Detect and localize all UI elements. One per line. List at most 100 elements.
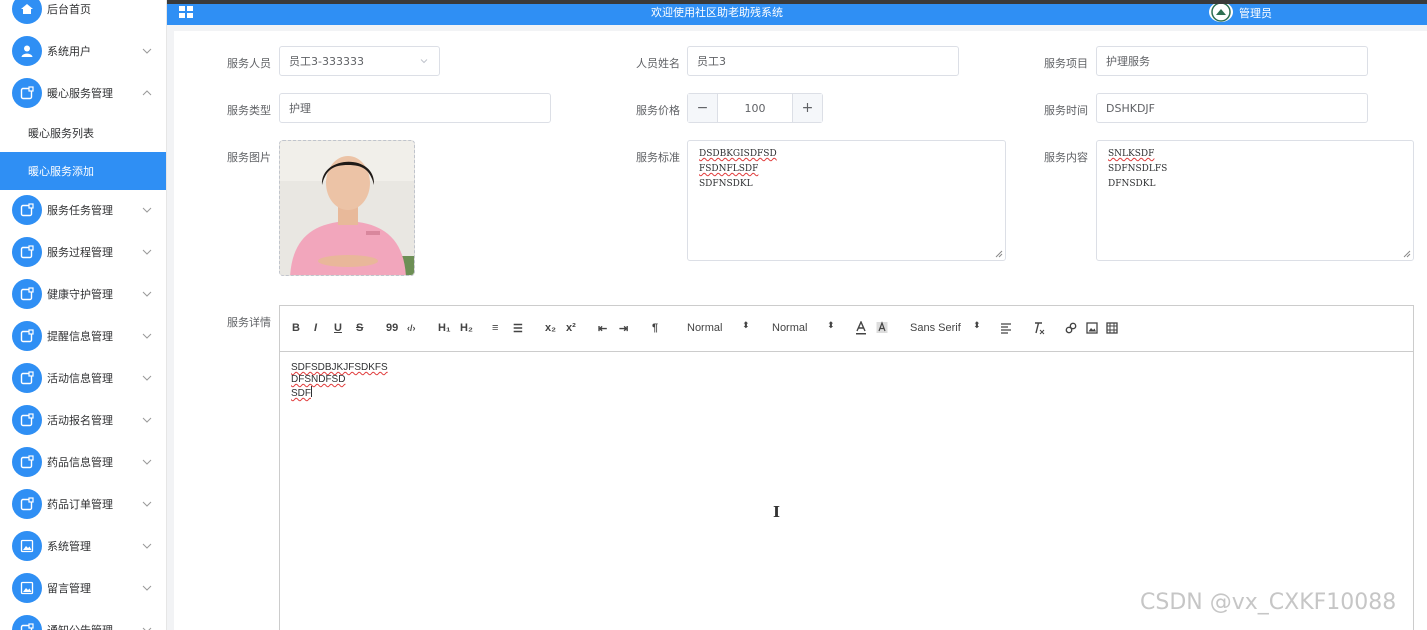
submenu-item-service-add[interactable]: 暖心服务添加 [0,152,166,190]
avatar-icon [1211,2,1231,22]
editor-line: SDFSDBJKJFSDKFS [291,362,388,373]
indent-button[interactable]: ⇥ [619,322,628,335]
link-icon[interactable] [1065,322,1077,334]
sidebar-item-health-guard[interactable]: 健康守护管理 [0,273,166,315]
module-icon [12,615,42,630]
background-color-icon[interactable] [876,321,888,335]
sidebar-item-service-task[interactable]: 服务任务管理 [0,189,166,231]
admin-avatar[interactable] [1209,2,1233,22]
chevron-down-icon [142,627,152,630]
service-item-value: 护理服务 [1106,55,1150,68]
module-icon [12,237,42,267]
ordered-list-button[interactable]: ≡ [492,322,498,334]
chevron-down-icon [142,501,152,507]
chevron-down-icon [142,459,152,465]
standard-line: DSDBKGISDFSD [699,149,777,159]
superscript-button[interactable]: x² [566,322,576,334]
editor-line-with-caret: SDF [291,386,1402,400]
detail-label: 服务详情 [227,316,271,329]
blockquote-button[interactable]: 99 [386,322,398,334]
italic-button[interactable]: I [314,322,317,334]
content-line: SNLKSDF [1108,149,1155,159]
sidebar-item-label: 活动信息管理 [47,372,113,385]
align-icon[interactable] [1000,323,1012,334]
font-family-select[interactable]: Sans Serif [910,322,961,334]
price-stepper[interactable]: − 100 + [687,93,823,123]
staff-select[interactable]: 员工3-333333 [279,46,440,76]
header2-button[interactable]: H₂ [460,322,473,334]
header-title: 欢迎使用社区助老助残系统 [651,6,783,19]
image-icon[interactable] [1086,322,1098,334]
code-block-button[interactable]: ‹/› [407,323,416,333]
standard-line: SDFNSDKL [699,179,753,189]
sidebar-item-system-users[interactable]: 系统用户 [0,30,166,72]
chevron-down-icon [142,333,152,339]
staff-name-value: 员工3 [697,55,726,68]
heading-caret-icon: ⬍ [827,321,835,331]
sidebar-item-medicine-info[interactable]: 药品信息管理 [0,441,166,483]
module-icon [12,195,42,225]
submenu-item-service-list[interactable]: 暖心服务列表 [0,114,166,152]
service-time-input[interactable]: DSHKDJF [1096,93,1368,123]
home-icon [12,0,42,24]
content-label: 服务内容 [1044,151,1088,164]
price-decrease-button[interactable]: − [688,94,718,122]
sidebar-item-notices[interactable]: 通知公告管理 [0,609,166,630]
sidebar-item-activities[interactable]: 活动信息管理 [0,357,166,399]
chevron-down-icon [142,48,152,54]
resize-handle-icon[interactable] [1403,250,1411,258]
font-size-select[interactable]: Normal [687,322,722,334]
chevron-down-icon [420,59,428,64]
text-direction-button[interactable]: ¶ [652,322,658,334]
staff-name-input[interactable]: 员工3 [687,46,959,76]
bold-button[interactable]: B [292,322,300,334]
sidebar-item-label: 通知公告管理 [47,622,113,630]
standard-line: FSDNFLSDF [699,164,759,174]
module-icon [12,489,42,519]
video-icon[interactable] [1106,322,1118,334]
sidebar-item-home[interactable]: 后台首页 [0,0,166,30]
module-icon [12,321,42,351]
content-textarea[interactable]: SNLKSDF SDFNSDLFS DFNSDKL [1096,140,1414,261]
editor-line: DFSNDFSD [291,374,346,385]
clear-format-icon[interactable] [1032,322,1046,335]
user-icon [12,36,42,66]
strike-button[interactable]: S [356,322,363,334]
sidebar-item-label: 服务任务管理 [47,204,113,217]
resize-handle-icon[interactable] [995,250,1003,258]
chevron-down-icon [142,375,152,381]
chevron-down-icon [142,249,152,255]
heading-select[interactable]: Normal [772,322,807,334]
bullet-list-button[interactable]: ☰ [513,322,523,335]
sidebar-item-warm-service[interactable]: 暖心服务管理 [0,72,166,114]
picture-icon [12,573,42,603]
admin-username[interactable]: 管理员 [1239,5,1272,21]
standard-textarea[interactable]: DSDBKGISDFSD FSDNFLSDF SDFNSDKL [687,140,1006,261]
editor-content[interactable]: SDFSDBJKJFSDKFS DFSNDFSD SDF [279,352,1414,630]
sidebar-item-messages[interactable]: 留言管理 [0,567,166,609]
editor-toolbar: B I U S 99 ‹/› H₁ H₂ ≡ ☰ x₂ x² ⇤ ⇥ ¶ Nor… [279,305,1414,352]
price-value[interactable]: 100 [718,94,792,122]
header1-button[interactable]: H₁ [438,322,451,334]
service-item-input[interactable]: 护理服务 [1096,46,1368,76]
sidebar-item-system-admin[interactable]: 系统管理 [0,525,166,567]
sidebar-item-medicine-orders[interactable]: 药品订单管理 [0,483,166,525]
chevron-down-icon [142,543,152,549]
service-type-input[interactable]: 护理 [279,93,551,123]
subscript-button[interactable]: x₂ [545,322,556,334]
service-picture-upload[interactable] [279,140,415,276]
underline-button[interactable]: U [334,322,342,334]
outdent-button[interactable]: ⇤ [598,322,607,335]
editor-line: SDF [291,388,311,399]
sidebar-item-label: 药品信息管理 [47,456,113,469]
sidebar-item-activity-signup[interactable]: 活动报名管理 [0,399,166,441]
price-increase-button[interactable]: + [792,94,822,122]
module-icon [12,78,42,108]
sidebar-item-label: 健康守护管理 [47,288,113,301]
price-label: 服务价格 [636,104,680,117]
sidebar-item-service-process[interactable]: 服务过程管理 [0,231,166,273]
service-time-label: 服务时间 [1044,104,1088,117]
sidebar-item-label: 暖心服务管理 [47,87,113,100]
sidebar-item-reminders[interactable]: 提醒信息管理 [0,315,166,357]
text-color-icon[interactable] [855,321,867,335]
